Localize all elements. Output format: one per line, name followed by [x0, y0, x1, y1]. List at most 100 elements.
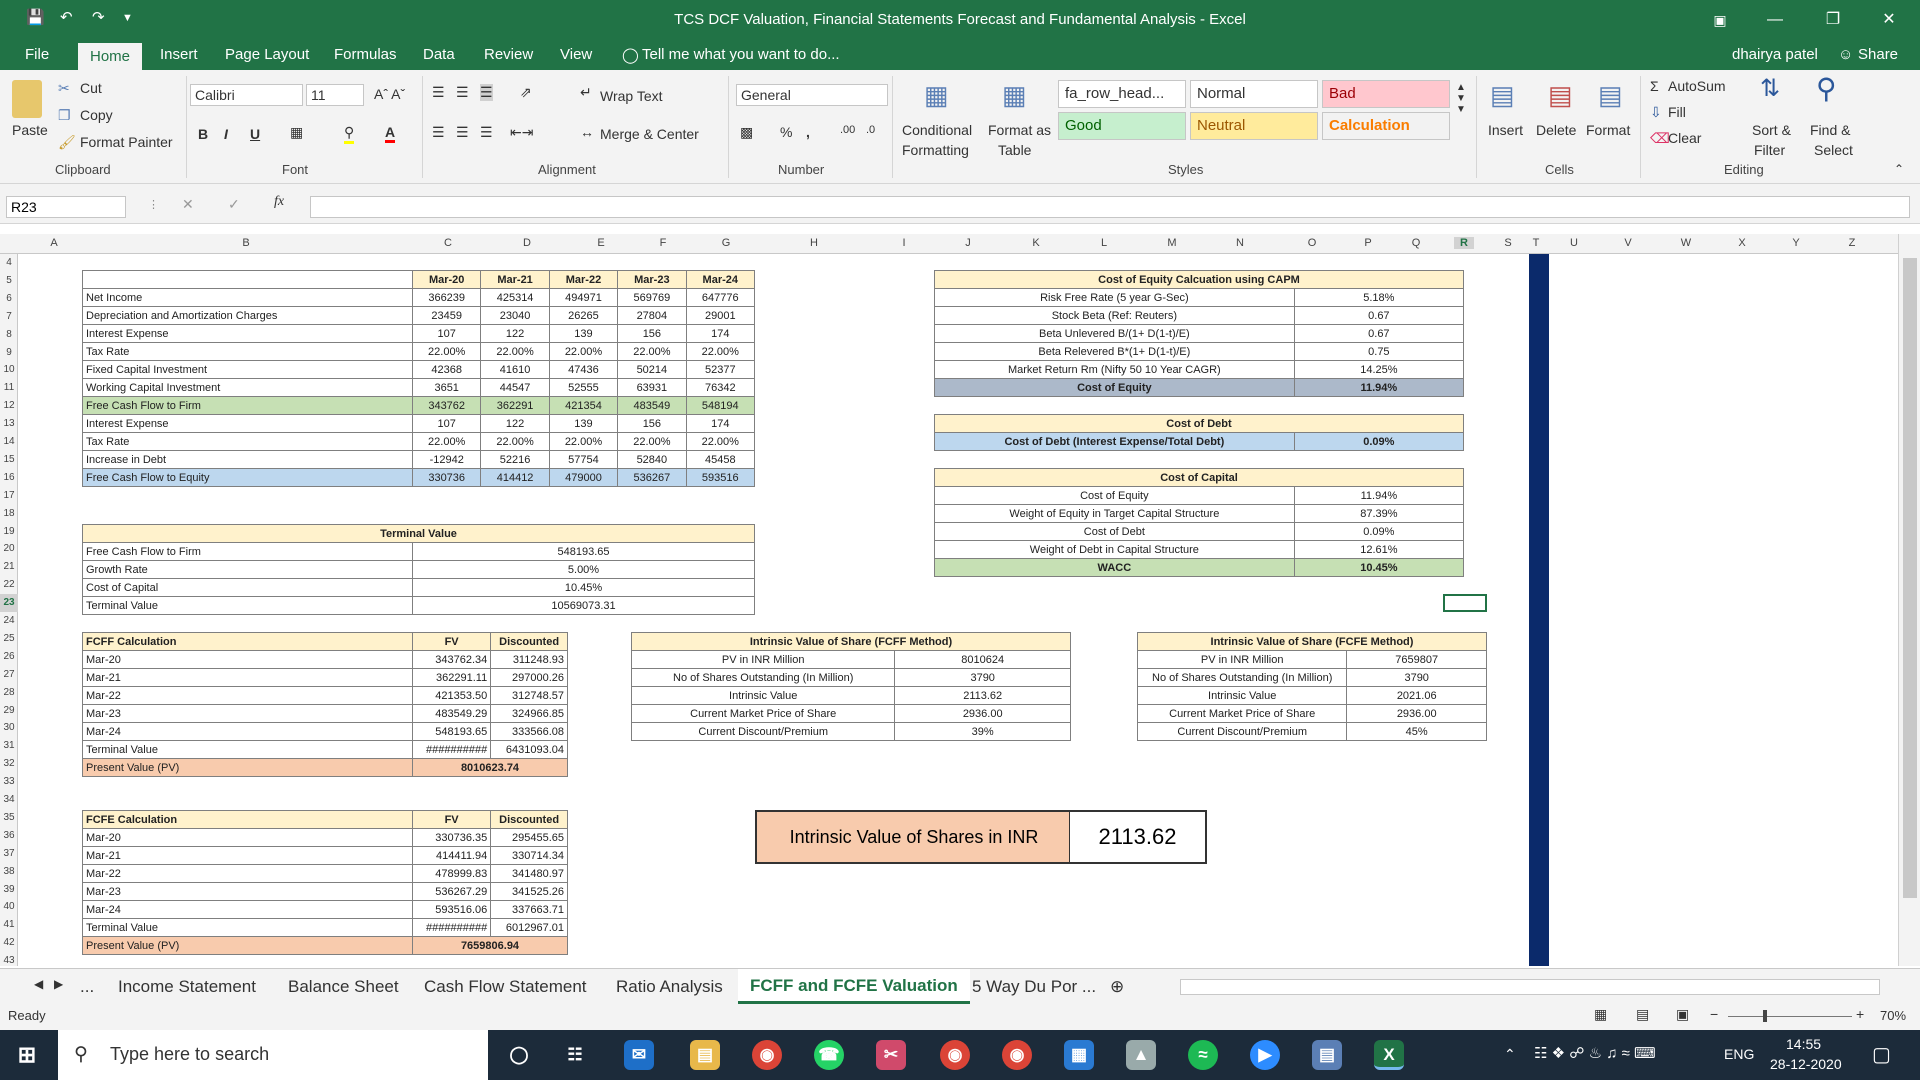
menu-data[interactable]: Data	[423, 46, 455, 63]
table-cell[interactable]: Mar-21	[82, 846, 413, 865]
table-cell[interactable]: 12.61%	[1293, 540, 1465, 559]
column-header-cell[interactable]: FV	[411, 810, 492, 829]
mail-icon[interactable]: ✉	[624, 1040, 654, 1070]
tray-apps-icon[interactable]: ☷ ❖ ☍ ♨ ♫ ≈ ⌨	[1534, 1044, 1656, 1062]
table-cell[interactable]: 52216	[480, 450, 550, 469]
spotify-icon[interactable]: ≈	[1188, 1040, 1218, 1070]
row-header[interactable]: 41	[0, 916, 18, 934]
table-cell[interactable]: Mar-23	[82, 882, 413, 901]
increase-decimal-icon[interactable]: .00	[840, 124, 855, 136]
table-cell[interactable]: 478999.83	[411, 864, 492, 883]
row-header[interactable]: 31	[0, 737, 18, 755]
font-name-select[interactable]: Calibri	[190, 84, 303, 106]
column-header[interactable]: O	[1302, 237, 1322, 249]
collapse-ribbon-icon[interactable]: ⌃	[1894, 162, 1904, 176]
column-header[interactable]: E	[591, 237, 611, 249]
table-cell[interactable]: 312748.57	[490, 686, 568, 705]
table-cell[interactable]: 7659807	[1346, 650, 1487, 669]
table-cell[interactable]: Mar-24	[82, 900, 413, 919]
table-cell[interactable]: 425314	[480, 288, 550, 307]
delete-cells-button[interactable]: Delete	[1536, 122, 1576, 138]
table-cell[interactable]: 44547	[480, 378, 550, 397]
row-header[interactable]: 23	[0, 594, 18, 613]
table-cell[interactable]: 22.00%	[480, 432, 550, 451]
table-cell[interactable]: -12942	[411, 450, 482, 469]
column-header[interactable]: X	[1732, 237, 1752, 249]
italic-button[interactable]: I	[224, 126, 228, 142]
row-label[interactable]: Weight of Debt in Capital Structure	[934, 540, 1295, 559]
grow-font-icon[interactable]: Aˆ Aˇ	[374, 86, 405, 102]
table-cell[interactable]: 174	[685, 414, 756, 433]
table-cell[interactable]: 0.75	[1293, 342, 1465, 361]
row-header[interactable]: 42	[0, 934, 18, 952]
clock-time[interactable]: 14:55	[1786, 1036, 1821, 1052]
row-label[interactable]: Current Discount/Premium	[630, 722, 896, 741]
cut-button[interactable]: Cut	[80, 80, 102, 96]
table-cell[interactable]: Mar-20	[82, 650, 413, 669]
table-cell[interactable]: 23040	[480, 306, 550, 325]
tab-du-pont[interactable]: 5 Way Du Por ...	[972, 977, 1096, 997]
share-button[interactable]: Share	[1858, 46, 1898, 63]
align-bottom-icon[interactable]: ☰	[480, 84, 493, 101]
task-view-icon[interactable]: ☷	[560, 1040, 590, 1070]
table-cell[interactable]: 333566.08	[490, 722, 568, 741]
row-header[interactable]: 33	[0, 773, 18, 791]
column-header[interactable]: Q	[1406, 237, 1426, 249]
style-fa-row-head[interactable]: fa_row_head...	[1058, 80, 1186, 108]
table-cell[interactable]: 39%	[894, 722, 1071, 741]
table-cell[interactable]: 0.67	[1293, 306, 1465, 325]
row-header[interactable]: 30	[0, 719, 18, 737]
column-header[interactable]: N	[1230, 237, 1250, 249]
row-header[interactable]: 11	[0, 379, 18, 397]
find-select-button[interactable]: Find &	[1810, 122, 1850, 138]
row-label[interactable]: Current Market Price of Share	[630, 704, 896, 723]
row-label[interactable]: Growth Rate	[82, 560, 413, 579]
zoom-level[interactable]: 70%	[1880, 1008, 1906, 1023]
column-header[interactable]: L	[1094, 237, 1114, 249]
row-header[interactable]: 7	[0, 308, 18, 326]
table-title[interactable]: Intrinsic Value of Share (FCFE Method)	[1137, 632, 1487, 651]
calculator-icon[interactable]: ▦	[1064, 1040, 1094, 1070]
row-label[interactable]: Free Cash Flow to Firm	[82, 542, 413, 561]
more-sheets-icon[interactable]: ...	[80, 977, 94, 997]
row-label[interactable]: Stock Beta (Ref: Reuters)	[934, 306, 1295, 325]
present-value-cell[interactable]: 8010623.74	[412, 758, 568, 777]
enter-formula-icon[interactable]: ✓	[228, 196, 240, 213]
align-left-icon[interactable]: ☰	[432, 124, 445, 141]
table-cell[interactable]: 311248.93	[490, 650, 568, 669]
column-header[interactable]: A	[44, 237, 64, 249]
table-cell[interactable]: 22.00%	[411, 432, 482, 451]
row-header[interactable]: 18	[0, 505, 18, 523]
table-cell[interactable]: 8010624	[894, 650, 1071, 669]
page-layout-view-icon[interactable]: ▤	[1636, 1006, 1649, 1023]
table-cell[interactable]: 2936.00	[894, 704, 1071, 723]
table-cell[interactable]: 22.00%	[480, 342, 550, 361]
chrome-icon-2[interactable]: ◉	[940, 1040, 970, 1070]
insert-cells-button[interactable]: Insert	[1488, 122, 1523, 138]
column-header[interactable]: C	[438, 237, 458, 249]
menu-review[interactable]: Review	[484, 46, 533, 63]
table-cell[interactable]: 52377	[685, 360, 756, 379]
normal-view-icon[interactable]: ▦	[1594, 1006, 1607, 1023]
table-cell[interactable]: 494971	[548, 288, 619, 307]
table-cell[interactable]: 139	[548, 324, 619, 343]
table-cell[interactable]: 414411.94	[411, 846, 492, 865]
table-cell[interactable]: 593516	[685, 468, 756, 487]
row-header[interactable]: 4	[0, 254, 18, 272]
percent-icon[interactable]: %	[780, 124, 792, 140]
table-cell[interactable]: 122	[480, 324, 550, 343]
table-cell[interactable]: 3790	[1346, 668, 1487, 687]
table-cell[interactable]: 26265	[548, 306, 619, 325]
style-neutral[interactable]: Neutral	[1190, 112, 1318, 140]
vertical-scrollbar[interactable]	[1898, 234, 1920, 966]
align-middle-icon[interactable]: ☰	[456, 84, 469, 101]
table-cell[interactable]: 45%	[1346, 722, 1487, 741]
table-cell[interactable]: 10569073.31	[412, 596, 755, 615]
column-header[interactable]: Y	[1786, 237, 1806, 249]
language-indicator[interactable]: ENG	[1724, 1046, 1754, 1062]
styles-scroll-icon[interactable]: ▲ ▼ ▼	[1456, 82, 1466, 115]
row-label[interactable]: No of Shares Outstanding (In Million)	[1136, 668, 1348, 687]
zoom-out-icon[interactable]: −	[1710, 1006, 1718, 1022]
tray-overflow-icon[interactable]: ⌃	[1504, 1046, 1516, 1063]
table-title[interactable]: Terminal Value	[82, 524, 755, 543]
